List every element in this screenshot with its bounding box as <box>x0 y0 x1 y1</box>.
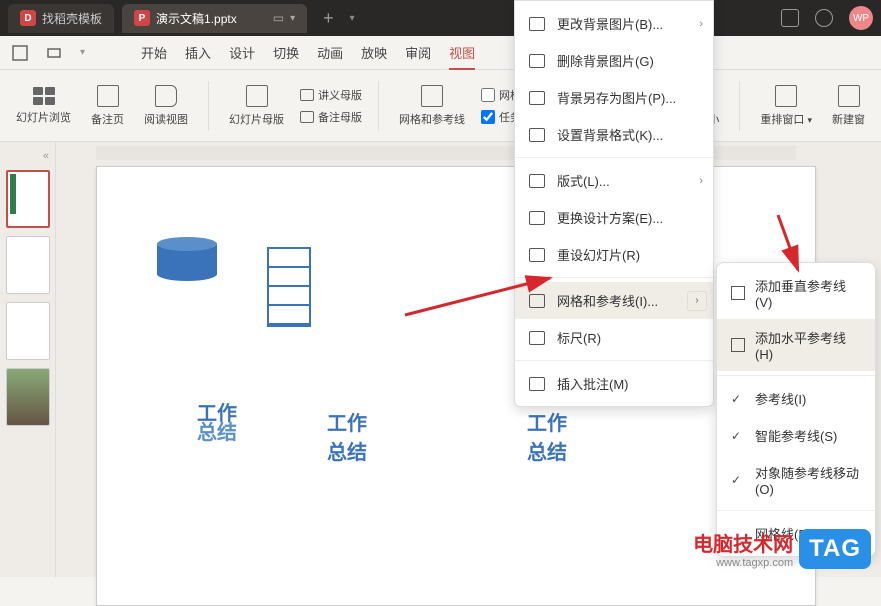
tab-menu-icon[interactable]: ▾ <box>350 13 355 24</box>
menu-transition[interactable]: 切换 <box>273 43 299 62</box>
new-window-button[interactable]: 新建窗 <box>828 81 869 131</box>
comment-icon <box>529 377 545 391</box>
grid-icon <box>529 294 545 308</box>
vertical-guide-icon <box>731 286 745 300</box>
ctx-save-bg[interactable]: 背景另存为图片(P)... <box>515 79 713 116</box>
ctx-change-bg[interactable]: 更改背景图片(B)... › <box>515 5 713 42</box>
check-icon: ✓ <box>731 429 745 443</box>
ruler-icon <box>529 331 545 345</box>
master-icon <box>246 85 268 107</box>
ctx-layout[interactable]: 版式(L)... › <box>515 162 713 199</box>
reading-view-button[interactable]: 阅读视图 <box>140 81 192 131</box>
reorder-window-button[interactable]: 重排窗口 ▾ <box>756 81 816 131</box>
save-icon <box>529 91 545 105</box>
image-icon <box>529 17 545 31</box>
logo-icon: D <box>20 10 36 26</box>
sub-add-vertical[interactable]: 添加垂直参考线(V) <box>717 267 875 319</box>
design-icon <box>529 211 545 225</box>
watermark-url: www.tagxp.com <box>693 557 793 569</box>
thumbnail-4[interactable] <box>6 368 50 426</box>
delete-icon <box>529 54 545 68</box>
thumbnail-3[interactable] <box>6 302 50 360</box>
text-label-2[interactable]: 工作 总结 <box>327 407 367 465</box>
watermark-tag: TAG <box>799 529 871 569</box>
menu-design[interactable]: 设计 <box>229 43 255 62</box>
watermark-title: 电脑技术网 <box>693 528 793 557</box>
grid-guides-icon <box>421 85 443 107</box>
chevron-right-icon: › <box>699 18 703 30</box>
tab-templates[interactable]: D 找稻壳模板 <box>8 4 114 33</box>
notes-icon <box>300 111 314 123</box>
ctx-delete-bg[interactable]: 删除背景图片(G) <box>515 42 713 79</box>
ctx-insert-comment[interactable]: 插入批注(M) <box>515 365 713 402</box>
submenu-guides: 添加垂直参考线(V) 添加水平参考线(H) ✓ 参考线(I) ✓ 智能参考线(S… <box>716 262 876 557</box>
display-icon: ▭ <box>273 11 284 25</box>
text-label-3[interactable]: 工作 总结 <box>527 407 567 465</box>
check-icon: ✓ <box>731 473 745 487</box>
format-icon <box>529 128 545 142</box>
cylinder-shape[interactable] <box>157 237 217 281</box>
grid-icon <box>33 87 55 105</box>
lecture-master-button[interactable]: 讲义母版 <box>300 87 362 103</box>
text-label-1[interactable]: 工作 总结 <box>197 397 237 445</box>
save-icon[interactable] <box>12 45 28 61</box>
menu-review[interactable]: 审阅 <box>405 43 431 62</box>
chevron-right-icon: › <box>699 175 703 187</box>
layout-icon <box>529 174 545 188</box>
sub-guides[interactable]: ✓ 参考线(I) <box>717 380 875 417</box>
lecture-icon <box>300 89 314 101</box>
book-icon <box>155 85 177 107</box>
collapse-icon[interactable]: « <box>6 150 49 162</box>
new-window-icon <box>838 85 860 107</box>
watermark: 电脑技术网 www.tagxp.com TAG <box>693 528 871 569</box>
window-icon[interactable] <box>781 9 799 27</box>
ctx-grid-guides[interactable]: 网格和参考线(I)... › <box>515 282 713 319</box>
ctx-bg-format[interactable]: 设置背景格式(K)... <box>515 116 713 153</box>
sub-smart-guides[interactable]: ✓ 智能参考线(S) <box>717 417 875 454</box>
sub-add-horizontal[interactable]: 添加水平参考线(H) <box>717 319 875 371</box>
menu-animation[interactable]: 动画 <box>317 43 343 62</box>
page-icon <box>97 85 119 107</box>
menu-view[interactable]: 视图 <box>449 43 475 70</box>
notes-master-button[interactable]: 备注母版 <box>300 109 362 125</box>
reorder-icon <box>775 85 797 107</box>
ctx-ruler[interactable]: 标尺(R) <box>515 319 713 356</box>
chevron-right-icon: › <box>687 291 707 311</box>
slide-preview-button[interactable]: 幻灯片浏览 <box>12 83 75 129</box>
grid-guides-button[interactable]: 网格和参考线 <box>395 81 469 131</box>
thumbnail-2[interactable] <box>6 236 50 294</box>
new-tab-button[interactable]: + <box>315 8 342 29</box>
slide-thumbnails[interactable]: « <box>0 142 56 577</box>
menu-start[interactable]: 开始 <box>141 43 167 62</box>
tab-label: 演示文稿1.pptx <box>156 10 237 27</box>
tab-label: 找稻壳模板 <box>42 10 102 27</box>
check-icon: ✓ <box>731 392 745 406</box>
ppt-icon: P <box>134 10 150 26</box>
shelf-shape[interactable] <box>267 247 311 327</box>
horizontal-guide-icon <box>731 338 745 352</box>
menu-insert[interactable]: 插入 <box>185 43 211 62</box>
notes-page-button[interactable]: 备注页 <box>87 81 128 131</box>
sub-obj-move[interactable]: ✓ 对象随参考线移动(O) <box>717 454 875 506</box>
dropdown-icon[interactable]: ▾ <box>290 13 295 24</box>
ctx-reset-slide[interactable]: 重设幻灯片(R) <box>515 236 713 273</box>
slide-master-button[interactable]: 幻灯片母版 <box>225 81 288 131</box>
reset-icon <box>529 248 545 262</box>
user-avatar[interactable]: WP <box>849 6 873 30</box>
print-icon[interactable] <box>46 45 62 61</box>
thumbnail-1[interactable] <box>6 170 50 228</box>
context-menu: 更改背景图片(B)... › 删除背景图片(G) 背景另存为图片(P)... 设… <box>514 0 714 407</box>
menu-slideshow[interactable]: 放映 <box>361 43 387 62</box>
more-icon[interactable]: ▾ <box>80 47 85 58</box>
cube-icon[interactable] <box>815 9 833 27</box>
tab-document[interactable]: P 演示文稿1.pptx ▭ ▾ <box>122 4 307 33</box>
ctx-design[interactable]: 更换设计方案(E)... <box>515 199 713 236</box>
